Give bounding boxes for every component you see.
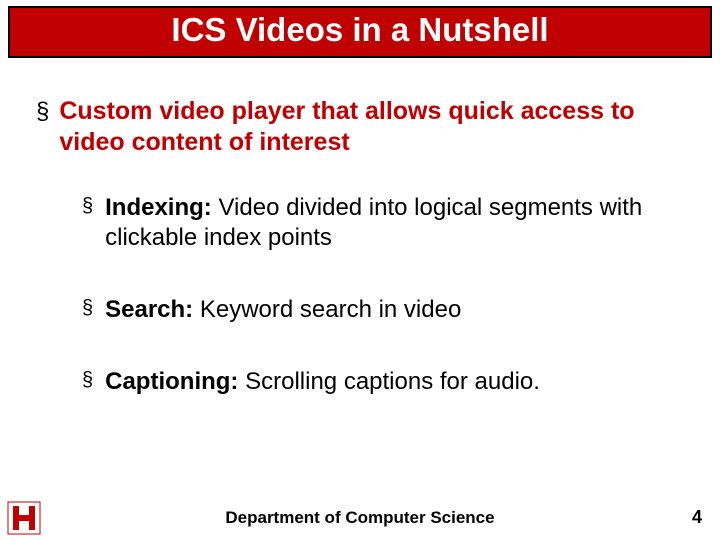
slide-body: § Custom video player that allows quick … bbox=[36, 96, 696, 439]
main-bullet: § Custom video player that allows quick … bbox=[36, 96, 696, 159]
sub-bullet-label: Indexing: bbox=[105, 194, 212, 221]
slide: ICS Videos in a Nutshell § Custom video … bbox=[0, 6, 720, 540]
sub-bullet-label: Search: bbox=[105, 296, 193, 323]
sub-bullet-list: § Indexing: Video divided into logical s… bbox=[82, 193, 696, 397]
sub-bullet-indexing: § Indexing: Video divided into logical s… bbox=[82, 193, 696, 253]
sub-bullet-text: Search: Keyword search in video bbox=[105, 295, 461, 325]
sub-bullet-label: Captioning: bbox=[105, 368, 238, 395]
bullet-marker: § bbox=[82, 195, 93, 253]
bullet-marker: § bbox=[82, 297, 93, 325]
slide-footer: Department of Computer Science 4 bbox=[0, 496, 720, 540]
bullet-marker: § bbox=[82, 369, 93, 397]
page-number: 4 bbox=[692, 507, 702, 528]
slide-title: ICS Videos in a Nutshell bbox=[8, 6, 712, 58]
sub-bullet-captioning: § Captioning: Scrolling captions for aud… bbox=[82, 367, 696, 397]
sub-bullet-body: Keyword search in video bbox=[193, 296, 461, 323]
sub-bullet-search: § Search: Keyword search in video bbox=[82, 295, 696, 325]
footer-department: Department of Computer Science bbox=[0, 508, 720, 528]
sub-bullet-body: Scrolling captions for audio. bbox=[238, 368, 540, 395]
main-bullet-text: Custom video player that allows quick ac… bbox=[59, 96, 696, 159]
bullet-marker: § bbox=[36, 98, 49, 159]
sub-bullet-text: Captioning: Scrolling captions for audio… bbox=[105, 367, 540, 397]
sub-bullet-text: Indexing: Video divided into logical seg… bbox=[105, 193, 696, 253]
